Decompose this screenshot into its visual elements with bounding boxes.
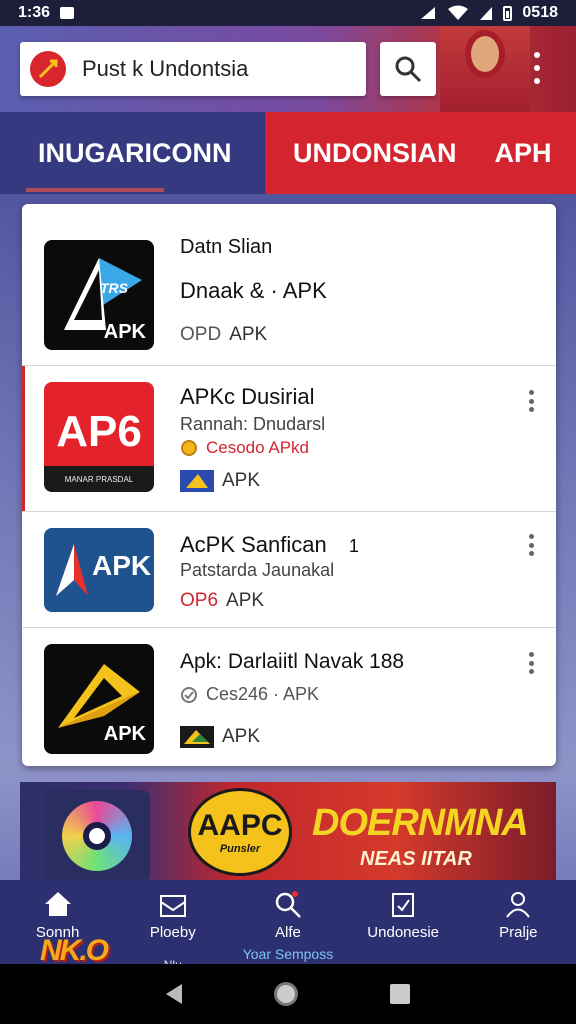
app-list-card: APK TRS Datn Slian Dnaak & · APK OPD APK… (22, 204, 556, 766)
list-item[interactable]: APK Apk: Darlaiitl Navak 188 Ces246 · AP… (22, 628, 556, 766)
status-time: 1:36 (18, 4, 51, 21)
app-thumbnail-caption: MANAR PRASDAL (44, 466, 154, 492)
more-vert-icon[interactable] (526, 652, 536, 674)
search-box[interactable]: Pust k Undontsia (20, 42, 366, 96)
status-right: 0518 (419, 4, 558, 22)
nav-item-alfe[interactable]: Alfe Yoar Semposs (238, 890, 338, 962)
app-meta: OP6 APK (180, 590, 264, 612)
banner-badge-text: AAPC (197, 809, 283, 842)
banner-headline: DOERNMNA (312, 802, 529, 844)
profile-icon (506, 892, 531, 918)
nav-label: Ploeby (149, 924, 196, 941)
app-subtitle: Ces246 · APK (206, 684, 320, 704)
search-icon (395, 56, 422, 83)
app-subtitle: Patstarda Jaunakal (180, 560, 335, 580)
status-bar: 1:36 0518 (0, 0, 576, 26)
tab-undonsian[interactable]: UNDONSIAN (293, 138, 457, 169)
apk-badge-icon (180, 470, 214, 492)
recents-icon[interactable] (390, 984, 410, 1004)
search-icon (275, 891, 301, 918)
nav-item-pralje[interactable]: Pralje (468, 890, 568, 941)
app-rating: Cesodo APkd (180, 438, 309, 458)
app-thumbnail-label: AP6 (56, 407, 142, 456)
app-rating-text: Cesodo APkd (206, 438, 310, 457)
app-thumbnail: APK TRS (44, 240, 154, 350)
banner-badge-sub: Punsler (219, 843, 261, 855)
app-meta: OPD APK (180, 324, 267, 346)
app-thumbnail: APK (44, 528, 154, 612)
apk-badge-icon (180, 726, 214, 748)
app-subtitle: Rannah: Dnudarsl (180, 414, 326, 434)
coin-icon (181, 440, 197, 456)
wifi-icon (448, 5, 469, 20)
more-vert-icon[interactable] (530, 48, 544, 88)
avatar[interactable] (440, 26, 530, 112)
app-thumbnail-label: APK (103, 321, 146, 343)
app-title: APKc Dusirial (180, 384, 315, 409)
cell-icon (480, 7, 493, 20)
system-nav-bar (0, 964, 576, 1024)
signal-icon (421, 7, 436, 19)
nav-item-ploeby[interactable]: Ploeby Nlu (123, 890, 223, 972)
app-thumbnail: AP6 MANAR PRASDAL (44, 382, 154, 492)
app-thumbnail: APK (44, 644, 154, 754)
app-type: APK (222, 470, 261, 491)
app-meta: APK (180, 726, 260, 748)
tab-group-right: UNDONSIAN APH (265, 112, 576, 194)
app-logo-icon (30, 51, 66, 87)
check-circle-icon (181, 686, 197, 703)
app-thumbnail-label: APK (92, 550, 152, 581)
list-item[interactable]: APK AcPK Sanfican 1 Patstarda Jaunakal O… (22, 512, 556, 628)
nav-label: Pralje (499, 924, 538, 941)
app-thumbnail-label: APK (103, 723, 146, 745)
app-meta: APK (180, 470, 260, 492)
app-type: APK (229, 324, 268, 345)
tab-inugariconn[interactable]: INUGARICONN (0, 112, 265, 194)
more-vert-icon[interactable] (526, 390, 536, 412)
more-vert-icon[interactable] (526, 534, 536, 556)
home-button-icon[interactable] (274, 982, 298, 1006)
search-button[interactable] (380, 42, 436, 96)
brand-watermark: NK.O (40, 934, 109, 967)
tab-aph[interactable]: APH (495, 138, 552, 169)
app-subtitle: Dnaak & · APK (180, 278, 327, 303)
app-title-suffix: 1 (348, 536, 359, 556)
app-code: OPD (180, 324, 222, 345)
nav-extra: Yoar Semposs (242, 946, 334, 962)
app-title: Datn Slian (180, 236, 273, 258)
notification-icon (60, 7, 75, 19)
banner-subline: NEAS IITAR (360, 848, 472, 870)
app-title-text: AcPK Sanfican (180, 532, 327, 557)
ring-icon (62, 801, 132, 871)
search-input[interactable]: Pust k Undontsia (82, 56, 248, 82)
app-title: Apk: Darlaiitl Navak 188 (180, 650, 405, 673)
clipboard-icon (392, 893, 415, 917)
app-type: APK (226, 590, 265, 611)
app-meta-rating: Ces246 · APK (180, 684, 319, 705)
app-title: AcPK Sanfican 1 (180, 532, 359, 558)
status-left: 1:36 (18, 4, 75, 22)
nav-label: Alfe (275, 924, 301, 941)
list-item[interactable]: APK TRS Datn Slian Dnaak & · APK OPD APK (22, 204, 556, 366)
app-code: OP6 (180, 590, 219, 611)
app-type: APK (222, 726, 261, 747)
tab-bar: INUGARICONN UNDONSIAN APH (0, 112, 576, 194)
battery-icon (503, 5, 513, 21)
home-icon (44, 892, 71, 916)
nav-item-undonesie[interactable]: Undonesie (353, 890, 453, 941)
banner-app-icon (44, 790, 150, 882)
banner-badge: AAPC Punsler (188, 788, 292, 876)
nav-label: Undonesie (367, 924, 440, 941)
app-thumbnail-badge: TRS (100, 280, 128, 296)
promo-banner[interactable]: AAPC Punsler DOERNMNA NEAS IITAR (20, 782, 556, 882)
app-header: Pust k Undontsia (0, 26, 576, 112)
list-item[interactable]: AP6 MANAR PRASDAL APKc Dusirial Rannah: … (22, 366, 556, 512)
avatar-face (465, 30, 505, 78)
back-icon[interactable] (166, 984, 182, 1004)
status-time-right: 0518 (522, 4, 558, 21)
inbox-icon (159, 895, 186, 917)
